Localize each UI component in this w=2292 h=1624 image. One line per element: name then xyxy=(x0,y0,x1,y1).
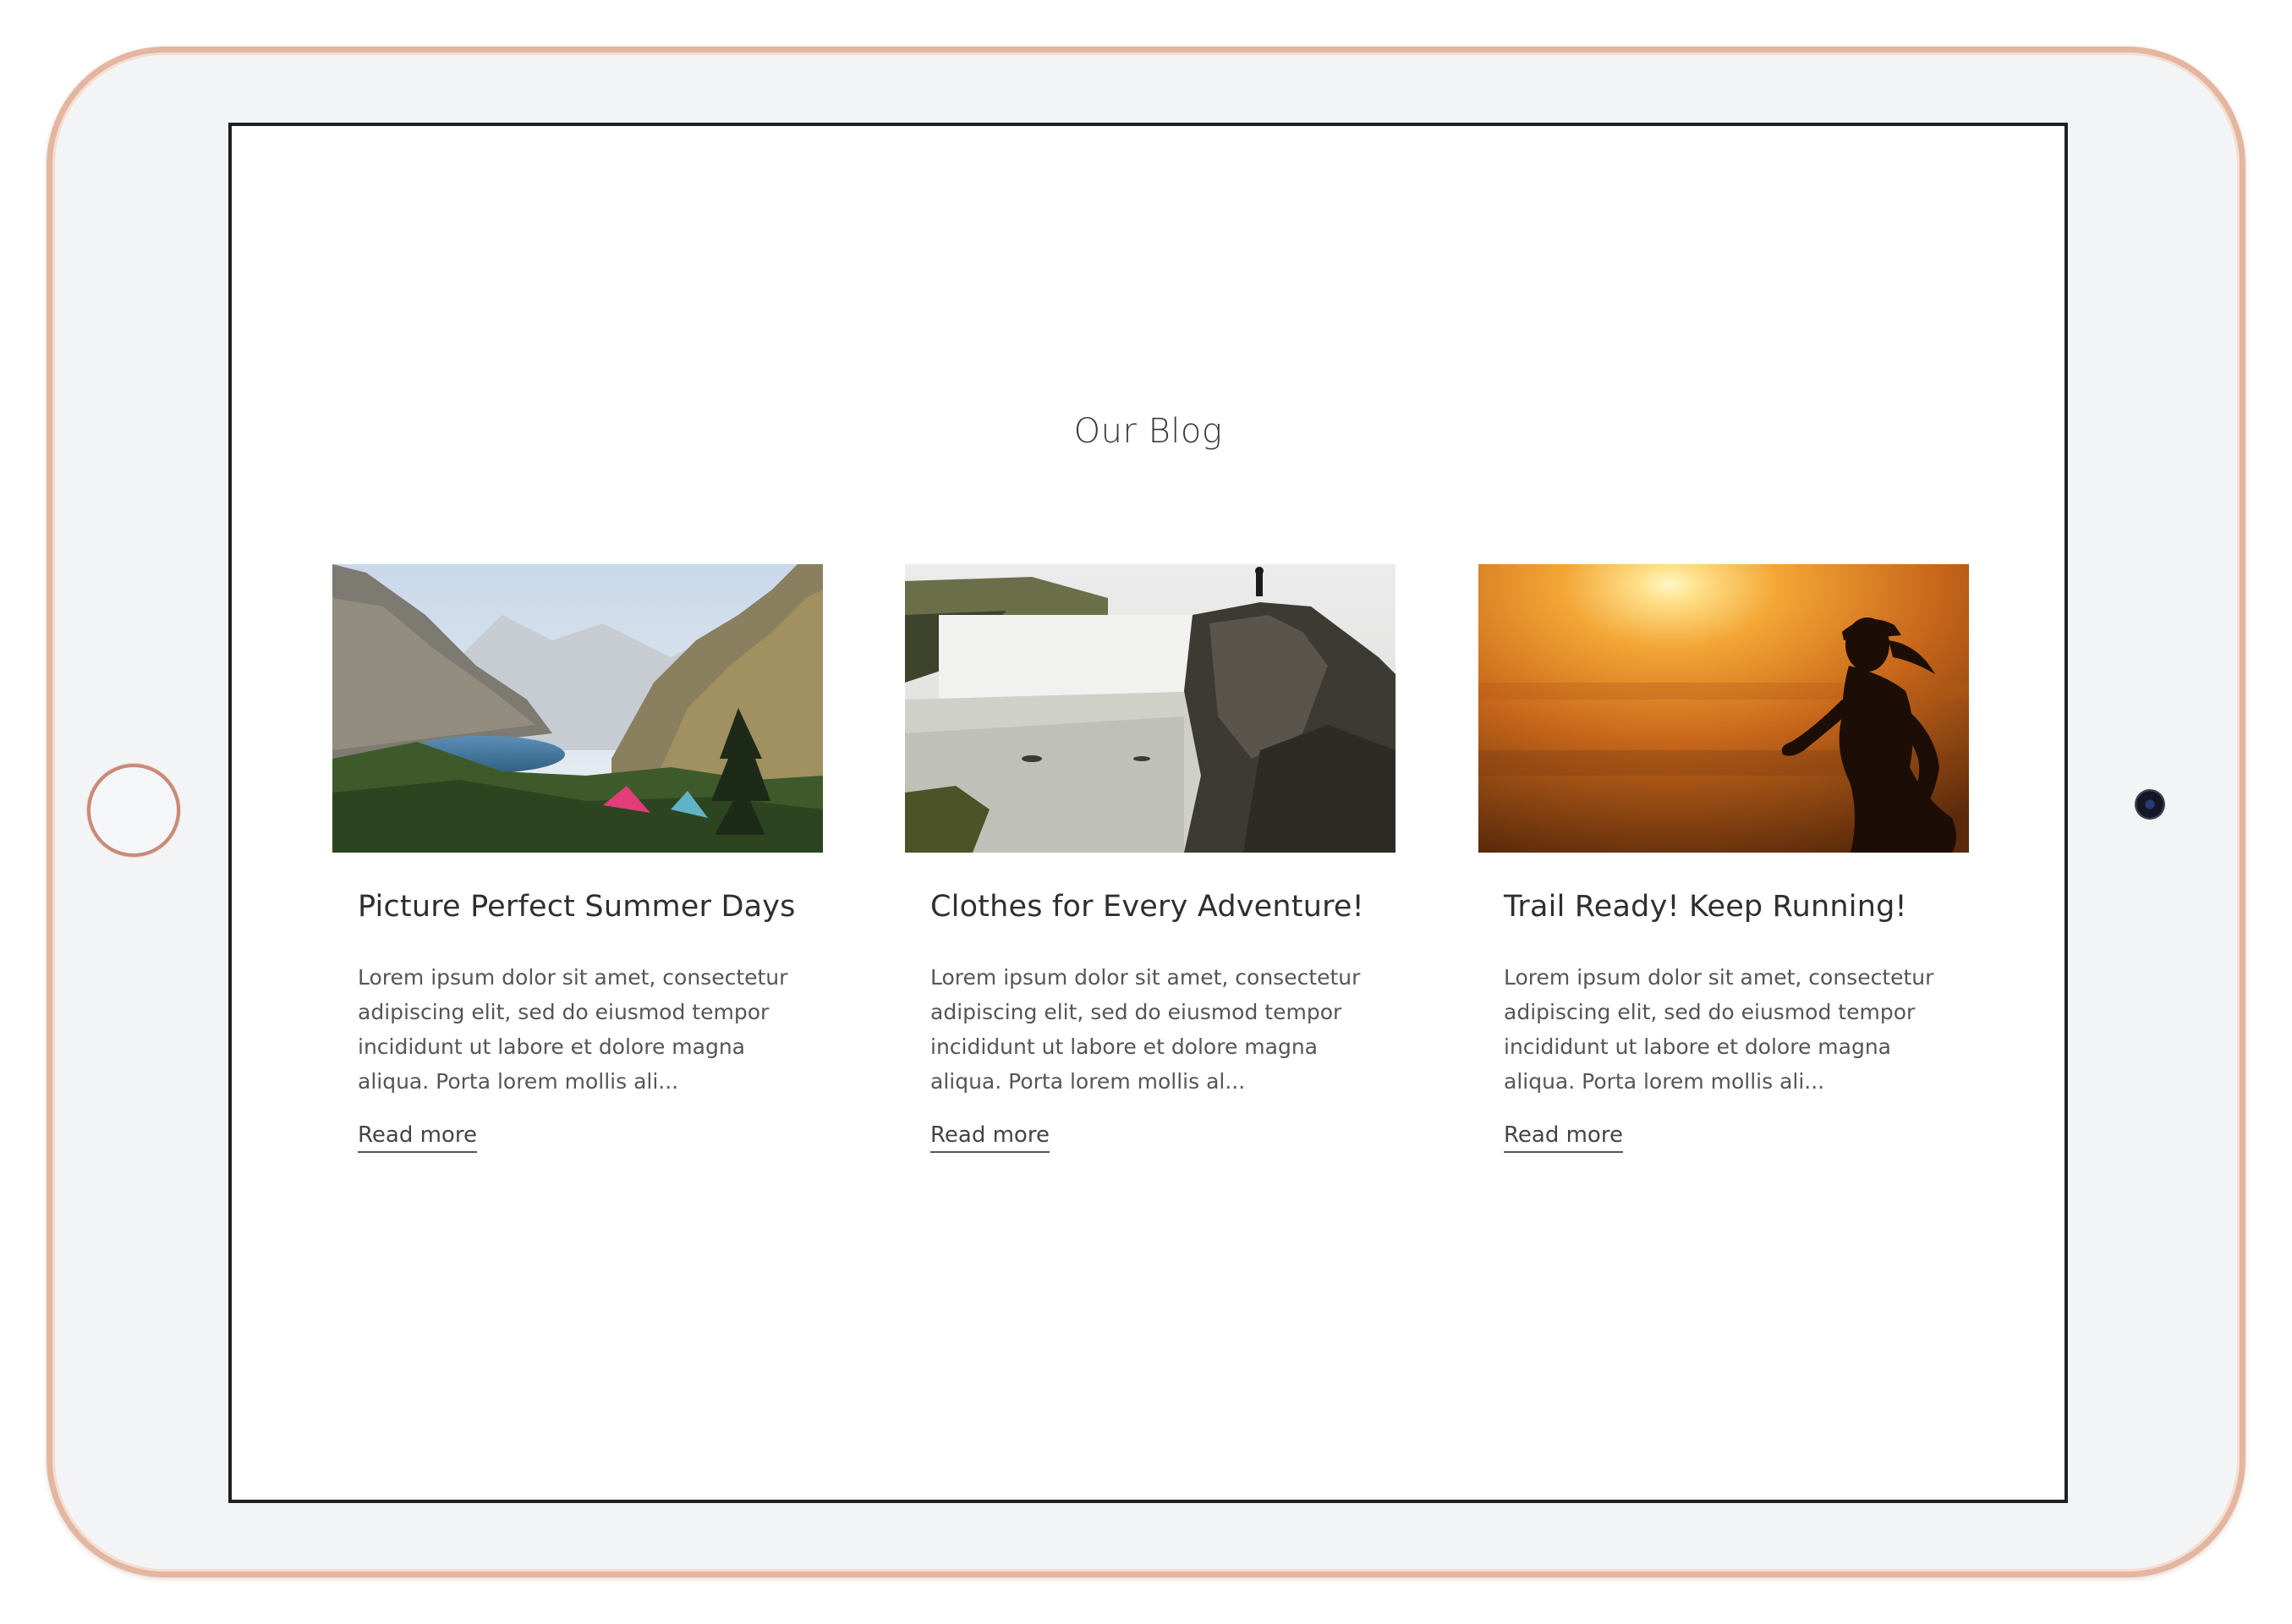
blog-card-excerpt: Lorem ipsum dolor sit amet, consectetur … xyxy=(1504,965,1934,1094)
waterfall-cliff-photo[interactable] xyxy=(905,564,1395,853)
blog-card: Trail Ready! Keep Running! Lorem ipsum d… xyxy=(1478,564,1969,1153)
blog-card-excerpt: Lorem ipsum dolor sit amet, consectetur … xyxy=(358,965,788,1094)
read-more-link[interactable]: Read more xyxy=(358,1122,477,1153)
blog-card-title: Clothes for Every Adventure! xyxy=(930,890,1364,924)
blog-card: Clothes for Every Adventure! Lorem ipsum… xyxy=(905,564,1395,1153)
read-more-link[interactable]: Read more xyxy=(930,1122,1050,1153)
read-more-link[interactable]: Read more xyxy=(1504,1122,1623,1153)
blog-card: Picture Perfect Summer Days Lorem ipsum … xyxy=(332,564,823,1153)
home-button[interactable] xyxy=(87,764,180,857)
sunset-runner-photo[interactable] xyxy=(1478,564,1969,853)
mountain-lake-camping-photo[interactable] xyxy=(332,564,823,853)
camera-icon xyxy=(2136,791,2163,818)
blog-card-title: Picture Perfect Summer Days xyxy=(358,890,796,924)
page-title: Our Blog xyxy=(1073,412,1223,451)
screen: Our Blog Picture Perfect Summer Days Lor… xyxy=(228,123,2068,1503)
blog-card-title: Trail Ready! Keep Running! xyxy=(1504,890,1907,924)
blog-card-excerpt: Lorem ipsum dolor sit amet, consectetur … xyxy=(930,965,1361,1094)
